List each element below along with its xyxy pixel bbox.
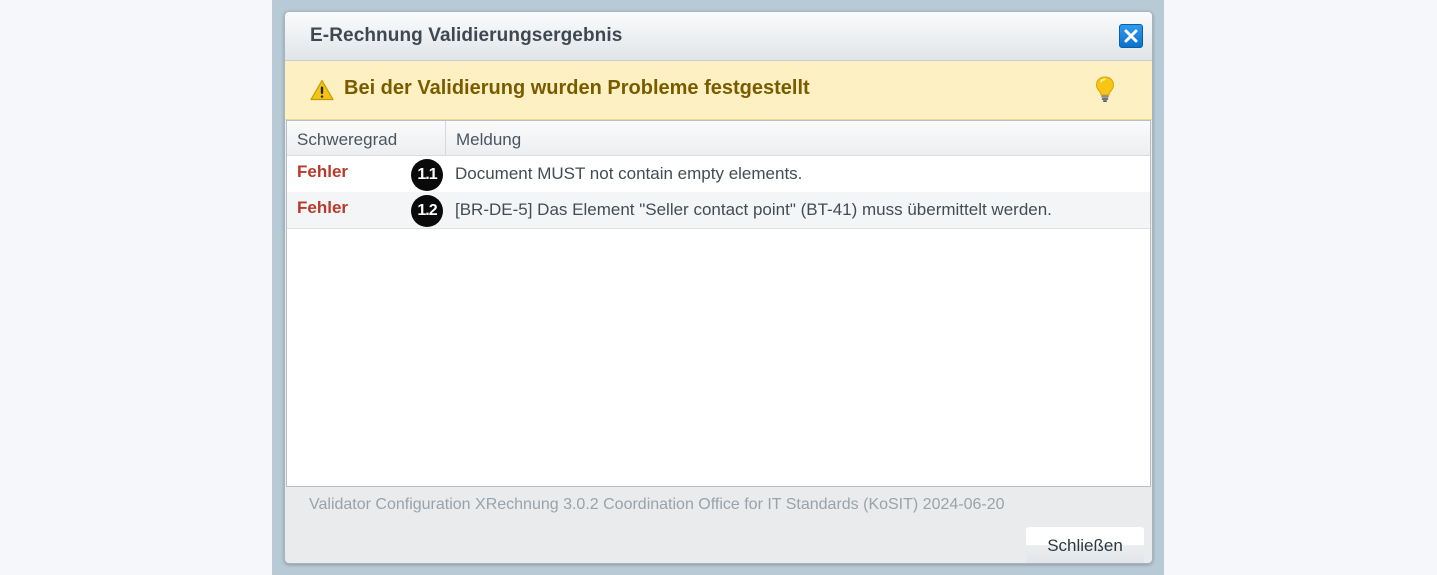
validator-info: Validator Configuration XRechnung 3.0.2 … [309, 496, 1005, 513]
message-number-badge: 1.2 [411, 195, 443, 227]
dialog-close-button[interactable] [1119, 24, 1143, 48]
banner-message: Bei der Validierung wurden Probleme fest… [344, 77, 810, 99]
table-header: Schweregrad Meldung [287, 121, 1150, 156]
severity-label: Fehler [297, 162, 349, 181]
validation-messages-table: Schweregrad Meldung Fehler 1.1 Document … [286, 120, 1151, 487]
close-icon [1124, 29, 1138, 43]
lightbulb-icon[interactable] [1093, 75, 1117, 103]
severity-label: Fehler [297, 198, 349, 217]
column-header-message[interactable]: Meldung [456, 130, 521, 150]
column-header-severity[interactable]: Schweregrad [297, 130, 397, 150]
message-number-badge: 1.1 [411, 159, 443, 191]
message-text: Document MUST not contain empty elements… [455, 164, 803, 183]
dialog-title: E-Rechnung Validierungsergebnis [310, 25, 623, 46]
column-divider[interactable] [445, 121, 446, 155]
message-text: [BR-DE-5] Das Element "Seller contact po… [455, 200, 1052, 219]
table-row[interactable]: Fehler 1.1 Document MUST not contain emp… [287, 156, 1150, 193]
table-row[interactable]: Fehler 1.2 [BR-DE-5] Das Element "Seller… [287, 192, 1150, 229]
validation-result-dialog: E-Rechnung Validierungsergebnis Bei der … [284, 11, 1153, 564]
warning-banner: Bei der Validierung wurden Probleme fest… [285, 61, 1152, 120]
dialog-titlebar: E-Rechnung Validierungsergebnis [285, 12, 1152, 61]
warning-icon [310, 79, 334, 101]
close-dialog-button[interactable]: Schließen [1026, 527, 1144, 563]
